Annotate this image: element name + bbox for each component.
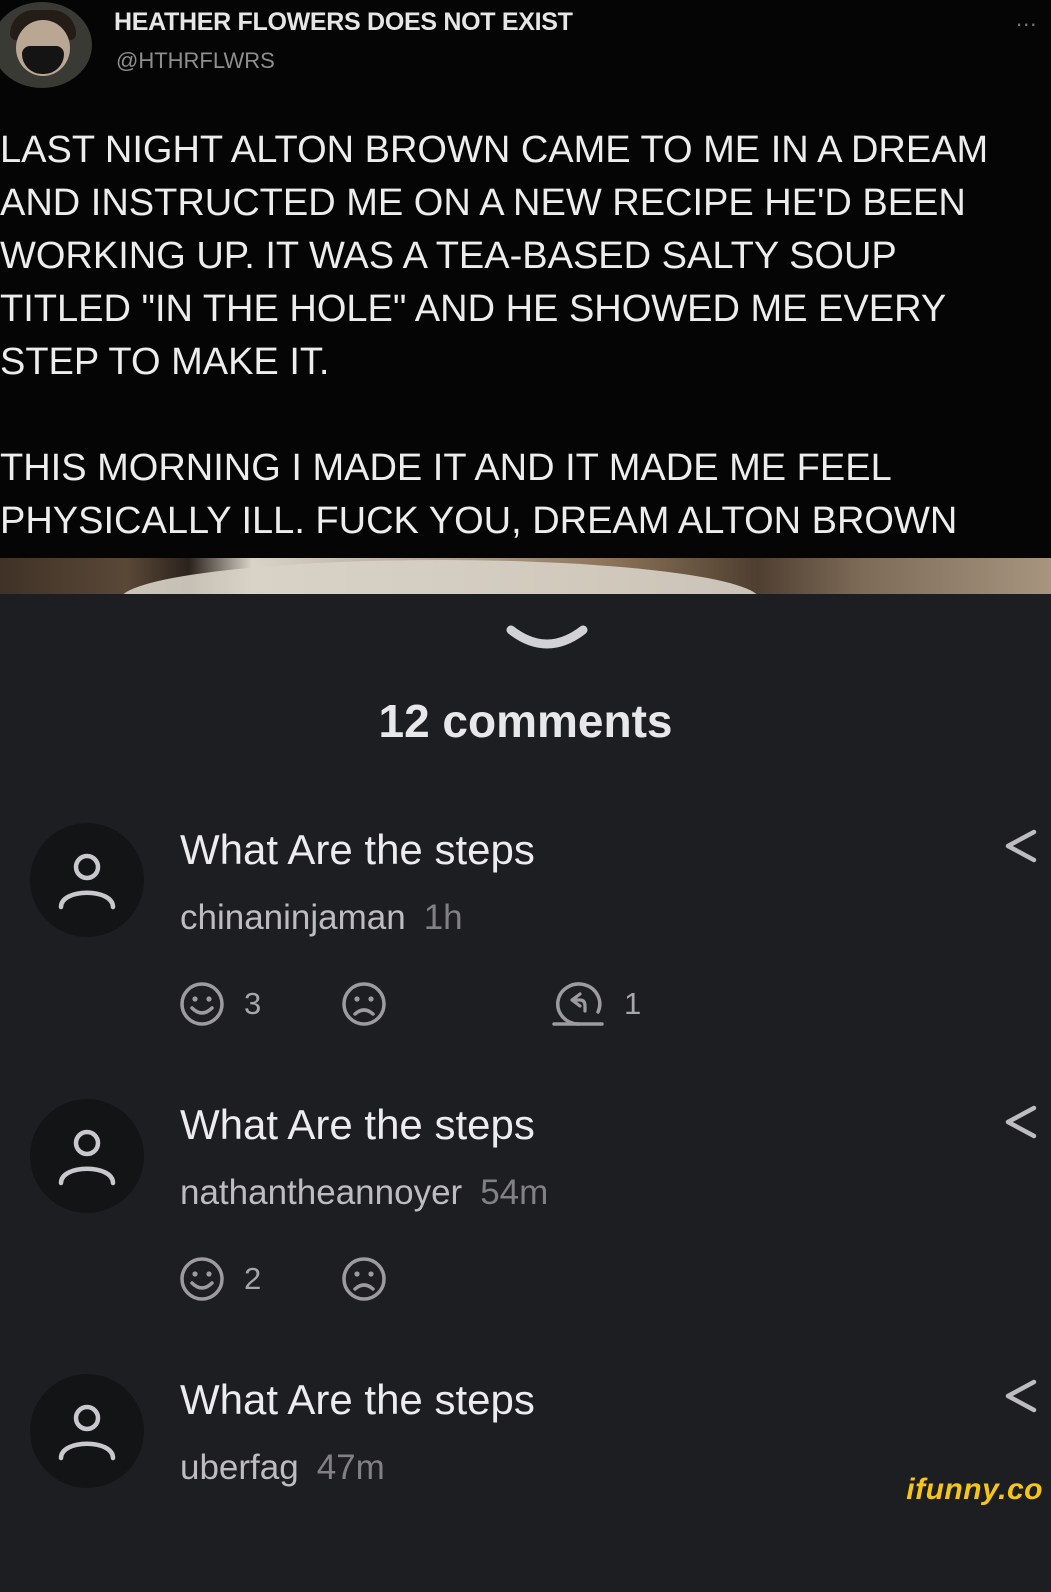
comment-username[interactable]: chinaninjaman [180,898,406,937]
tweet-photo [0,558,1051,594]
collapse-chevron-icon[interactable] [505,620,589,660]
like-count: 2 [244,1261,262,1296]
tweet-line: PHYSICALLY ILL. FUCK YOU, DREAM ALTON BR… [0,500,958,542]
comment-item: What Are the steps nathantheannoyer 54m 2 [0,1097,1051,1317]
like-button[interactable]: 2 [178,1255,261,1303]
comment-item: What Are the steps chinaninjaman 1h 3 1 [0,820,1051,1040]
tweet-author-name: HEATHER FLOWERS DOES NOT EXIST [114,8,573,36]
comment-time: 54m [480,1173,549,1212]
comment-item: What Are the steps uberfag 47m [0,1372,1051,1592]
tweet-line: WORKING UP. IT WAS A TEA-BASED SALTY SOU… [0,235,897,277]
smile-icon [180,1257,224,1301]
comment-meta: uberfag 47m [180,1448,385,1488]
comment-text: What Are the steps [180,1376,535,1423]
tweet-handle: @HTHRFLWRS [116,48,275,73]
ifunny-watermark: ifunny.co [906,1473,1043,1506]
sad-icon [342,982,386,1026]
tweet-line: THIS MORNING I MADE IT AND IT MADE ME FE… [0,447,892,489]
like-button[interactable]: 3 [178,980,261,1028]
user-icon [58,853,116,910]
share-icon[interactable] [1002,828,1038,864]
user-icon [58,1404,116,1461]
tweet-author-avatar [0,2,92,88]
tweet-line: LAST NIGHT ALTON BROWN CAME TO ME IN A D… [0,129,989,171]
user-icon [58,1129,116,1186]
sad-icon [342,1257,386,1301]
comment-username[interactable]: nathantheannoyer [180,1173,462,1212]
tweet-line: AND INSTRUCTED ME ON A NEW RECIPE HE'D B… [0,182,966,224]
tweet-line: TITLED "IN THE HOLE" AND HE SHOWED ME EV… [0,288,947,330]
comment-time: 47m [316,1448,385,1487]
avatar[interactable] [30,823,144,937]
dislike-button[interactable] [340,980,388,1028]
comment-username[interactable]: uberfag [180,1448,299,1487]
tweet-text: LAST NIGHT ALTON BROWN CAME TO ME IN A D… [0,124,1051,548]
reply-icon [552,982,604,1026]
tweet-line: STEP TO MAKE IT. [0,341,330,383]
share-icon[interactable] [1002,1378,1038,1414]
reply-button[interactable]: 1 [552,980,641,1028]
more-icon: ... [1016,6,1038,31]
comment-text: What Are the steps [180,1101,535,1148]
dislike-button[interactable] [340,1255,388,1303]
tweet-screenshot: HEATHER FLOWERS DOES NOT EXIST @HTHRFLWR… [0,0,1051,594]
avatar[interactable] [30,1374,144,1488]
share-icon[interactable] [1002,1104,1038,1140]
like-count: 3 [244,986,262,1021]
reply-count: 1 [624,986,642,1021]
comments-count: 12 comments [378,695,673,747]
smile-icon [180,982,224,1026]
tweet-paragraph-2: THIS MORNING I MADE IT AND IT MADE ME FE… [0,442,1051,548]
avatar[interactable] [30,1099,144,1213]
tweet-paragraph-1: LAST NIGHT ALTON BROWN CAME TO ME IN A D… [0,124,1051,389]
comment-meta: chinaninjaman 1h [180,898,463,938]
comment-meta: nathantheannoyer 54m [180,1173,548,1213]
comment-time: 1h [423,898,463,937]
comment-text: What Are the steps [180,826,535,873]
